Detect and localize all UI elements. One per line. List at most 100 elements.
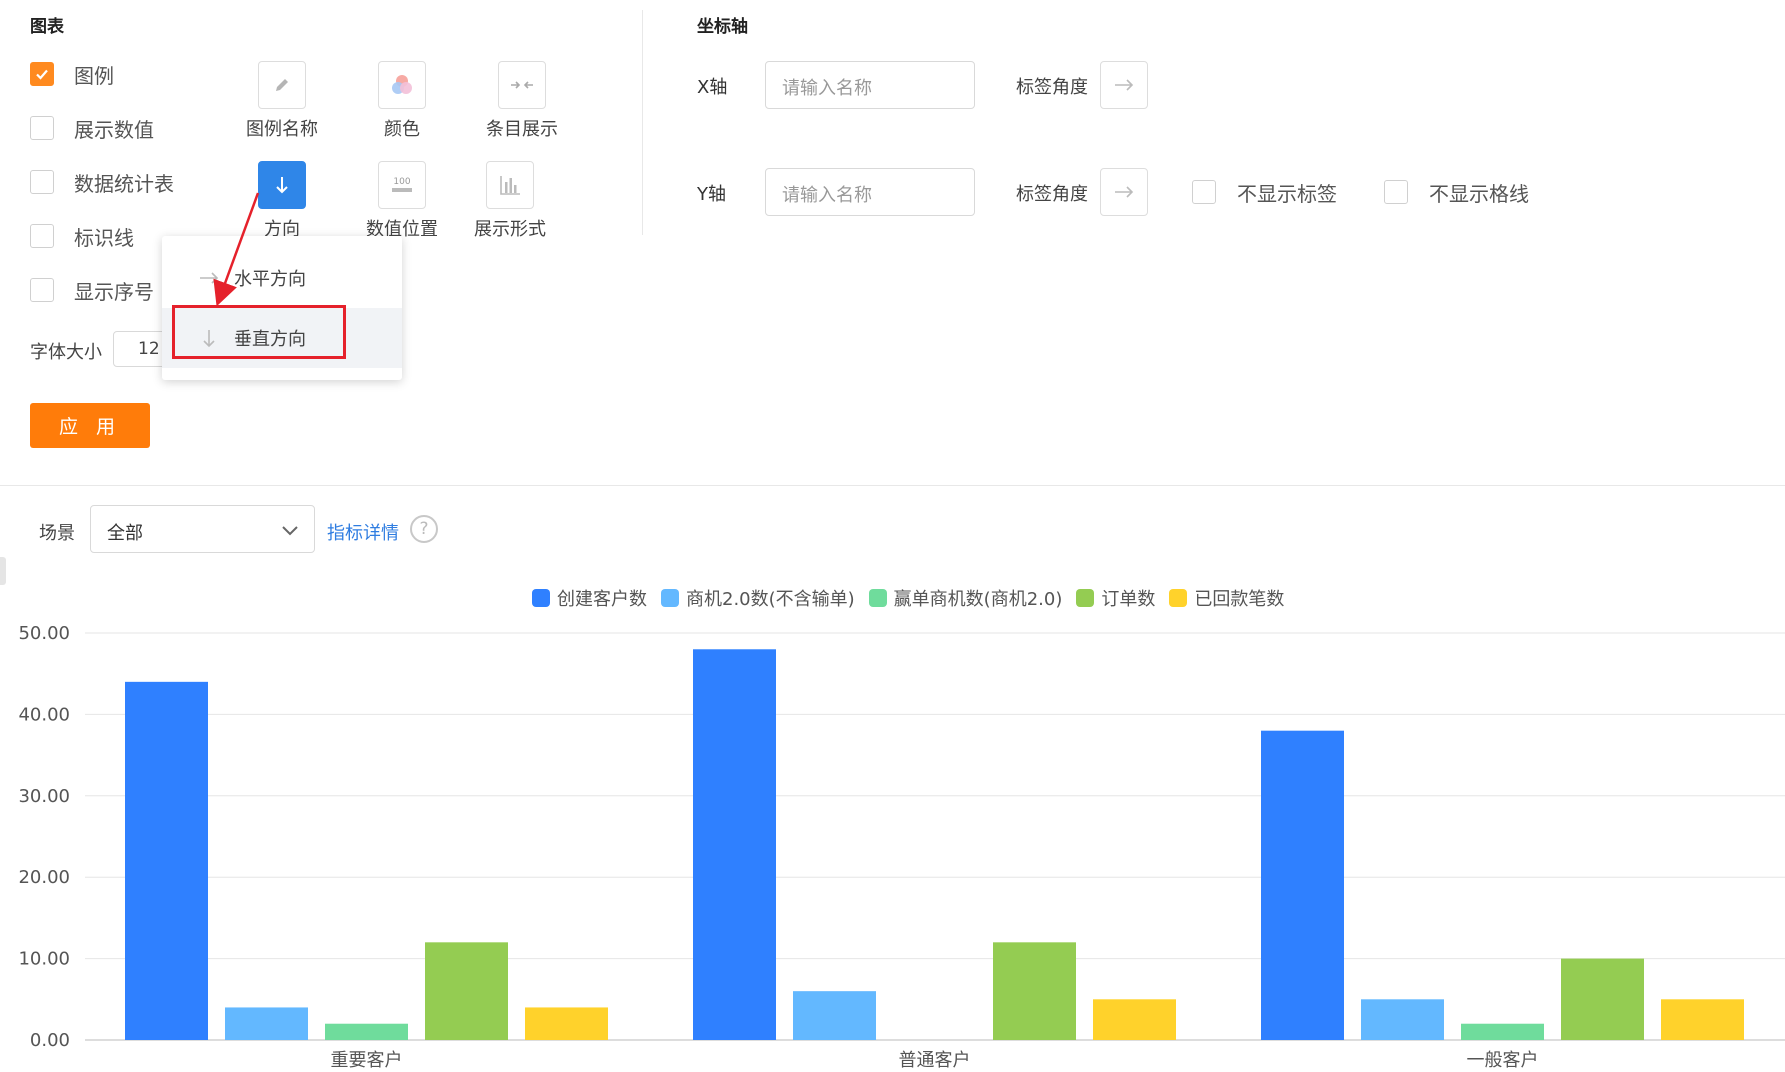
- bar: [425, 942, 508, 1040]
- y-tick-label: 40.00: [18, 704, 70, 725]
- y-angle-label: 标签角度: [1016, 184, 1088, 205]
- tool-legend-name[interactable]: 图例名称: [222, 61, 342, 141]
- apply-button[interactable]: 应 用: [30, 403, 150, 448]
- annotation-arrow: [213, 192, 260, 307]
- hide-grid-label: 不显示格线: [1429, 182, 1529, 206]
- mark-line-checkbox[interactable]: [30, 224, 54, 248]
- bar: [793, 991, 876, 1040]
- y-axis-label: Y轴: [697, 184, 726, 205]
- tool-item-display[interactable]: 条目展示: [462, 61, 582, 141]
- option-data-table[interactable]: 数据统计表: [30, 168, 174, 196]
- y-tick-label: 50.00: [18, 623, 70, 644]
- legend-item[interactable]: 商机2.0数(不含输单): [661, 585, 855, 611]
- pencil-icon[interactable]: [258, 61, 306, 109]
- bar: [993, 942, 1076, 1040]
- section-divider: [0, 485, 1785, 486]
- y-tick-label: 10.00: [18, 949, 70, 970]
- hide-grid-checkbox[interactable]: [1384, 180, 1408, 204]
- x-tick-label: 重要客户: [331, 1050, 403, 1070]
- value-position-icon[interactable]: 100: [378, 161, 426, 209]
- tool-value-position[interactable]: 100 数值位置: [342, 161, 462, 241]
- color-palette-icon[interactable]: [378, 61, 426, 109]
- chart-legend: 创建客户数 商机2.0数(不含输单) 赢单商机数(商机2.0) 订单数 已回款笔…: [532, 585, 1298, 611]
- bar: [225, 1007, 308, 1040]
- show-index-checkbox[interactable]: [30, 278, 54, 302]
- axis-section-title: 坐标轴: [697, 17, 748, 37]
- legend-swatch: [661, 589, 679, 607]
- legend-item[interactable]: 创建客户数: [532, 585, 647, 611]
- tool-label: 图例名称: [246, 119, 318, 140]
- arrows-in-icon[interactable]: [498, 61, 546, 109]
- y-axis-name-input[interactable]: 请输入名称: [765, 168, 975, 216]
- legend-label: 创建客户数: [557, 589, 647, 610]
- legend-item[interactable]: 订单数: [1076, 585, 1155, 611]
- chart-section-title: 图表: [30, 17, 64, 37]
- x-tick-label: 一般客户: [1467, 1050, 1539, 1070]
- y-tick-label: 0.00: [30, 1030, 70, 1051]
- option-mark-line[interactable]: 标识线: [30, 222, 134, 250]
- hide-labels-checkbox[interactable]: [1192, 180, 1216, 204]
- option-legend[interactable]: 图例: [30, 60, 114, 88]
- legend-swatch: [532, 589, 550, 607]
- bar: [1093, 999, 1176, 1040]
- bar: [525, 1007, 608, 1040]
- option-label: 图例: [74, 63, 114, 88]
- legend-swatch: [1076, 589, 1095, 607]
- bar: [1461, 1023, 1544, 1040]
- scene-label: 场景: [39, 523, 75, 544]
- bar: [693, 649, 776, 1040]
- arrow-right-icon: [1115, 186, 1134, 198]
- tool-color[interactable]: 颜色: [342, 61, 462, 141]
- bar: [1561, 958, 1644, 1040]
- option-label: 标识线: [74, 225, 134, 250]
- tool-display-form[interactable]: 展示形式: [450, 161, 570, 241]
- data-table-checkbox[interactable]: [30, 170, 54, 194]
- tool-label: 颜色: [384, 119, 420, 140]
- scene-select-value: 全部: [107, 523, 143, 544]
- legend-label: 商机2.0数(不含输单): [686, 589, 855, 610]
- bar: [1661, 999, 1744, 1040]
- legend-label: 订单数: [1101, 589, 1156, 610]
- chevron-down-icon: [280, 520, 300, 544]
- option-label: 数据统计表: [74, 171, 174, 196]
- option-label: 展示数值: [74, 117, 154, 142]
- legend-checkbox[interactable]: [30, 62, 54, 86]
- bar-chart: 0.00 10.00 20.00 30.00 40.00 50.00 重要客户 普通客户 一般客…: [18, 623, 1785, 1070]
- option-label: 显示序号: [74, 279, 154, 304]
- tool-label: 展示形式: [474, 219, 546, 240]
- dropdown-item-horizontal[interactable]: 水平方向: [162, 248, 402, 308]
- option-show-index[interactable]: 显示序号: [30, 276, 154, 304]
- bar-chart-icon[interactable]: [486, 161, 534, 209]
- y-tick-label: 30.00: [18, 786, 70, 807]
- show-values-checkbox[interactable]: [30, 116, 54, 140]
- x-axis-label: X轴: [697, 77, 728, 98]
- font-size-label: 字体大小: [30, 342, 102, 363]
- legend-label: 赢单商机数(商机2.0): [893, 589, 1063, 610]
- bar: [1261, 730, 1344, 1040]
- scene-select[interactable]: 全部: [90, 505, 315, 553]
- x-tick-label: 普通客户: [899, 1050, 971, 1070]
- x-angle-label: 标签角度: [1016, 77, 1088, 98]
- svg-text:100: 100: [393, 177, 410, 187]
- legend-item[interactable]: 赢单商机数(商机2.0): [868, 585, 1063, 611]
- legend-label: 已回款笔数: [1194, 589, 1285, 610]
- option-show-values[interactable]: 展示数值: [30, 114, 154, 142]
- legend-swatch: [868, 589, 887, 607]
- x-angle-button[interactable]: [1100, 61, 1148, 109]
- check-icon: [36, 69, 48, 80]
- arrow-right-icon: [1115, 79, 1134, 91]
- y-angle-button[interactable]: [1100, 168, 1148, 216]
- hide-labels-label: 不显示标签: [1237, 182, 1337, 206]
- collapse-handle[interactable]: [0, 557, 6, 585]
- annotation-highlight-box: [172, 305, 346, 359]
- bar: [125, 681, 208, 1040]
- help-icon[interactable]: ?: [410, 515, 438, 543]
- x-axis-name-input[interactable]: 请输入名称: [765, 61, 975, 109]
- legend-swatch: [1169, 589, 1188, 607]
- legend-item[interactable]: 已回款笔数: [1169, 585, 1284, 611]
- metric-details-link[interactable]: 指标详情: [327, 519, 399, 545]
- bar: [325, 1023, 408, 1040]
- y-tick-label: 20.00: [18, 867, 70, 888]
- tool-label: 条目展示: [486, 119, 558, 140]
- bar: [1361, 999, 1444, 1040]
